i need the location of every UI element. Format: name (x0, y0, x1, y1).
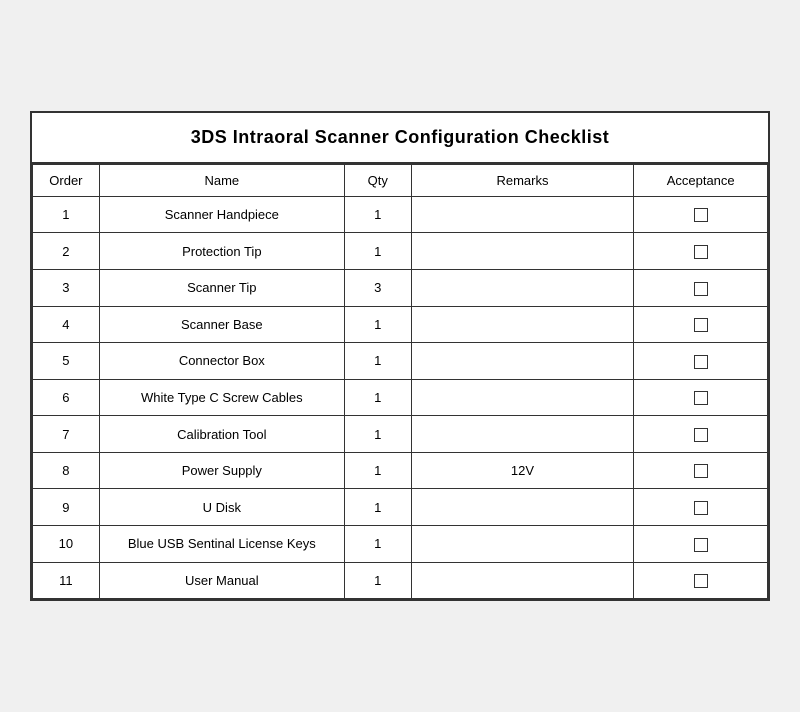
header-qty: Qty (344, 164, 411, 196)
cell-name-7: Calibration Tool (99, 416, 344, 453)
cell-name-11: User Manual (99, 562, 344, 599)
table-row: 9U Disk1 (33, 489, 768, 526)
checklist-table: Order Name Qty Remarks Acceptance 1Scann… (32, 164, 768, 599)
cell-name-1: Scanner Handpiece (99, 196, 344, 233)
header-acceptance: Acceptance (634, 164, 768, 196)
cell-remarks-10 (411, 525, 634, 562)
table-row: 11User Manual1 (33, 562, 768, 599)
cell-qty-5: 1 (344, 343, 411, 380)
cell-remarks-9 (411, 489, 634, 526)
cell-qty-2: 1 (344, 233, 411, 270)
checkbox-3[interactable] (694, 282, 708, 296)
table-row: 6White Type C Screw Cables1 (33, 379, 768, 416)
checkbox-8[interactable] (694, 464, 708, 478)
checklist-title: 3DS Intraoral Scanner Configuration Chec… (32, 113, 768, 164)
cell-acceptance-1[interactable] (634, 196, 768, 233)
cell-qty-10: 1 (344, 525, 411, 562)
cell-remarks-1 (411, 196, 634, 233)
table-row: 7Calibration Tool1 (33, 416, 768, 453)
cell-qty-9: 1 (344, 489, 411, 526)
table-row: 1Scanner Handpiece1 (33, 196, 768, 233)
cell-order-8: 8 (33, 452, 100, 489)
cell-order-7: 7 (33, 416, 100, 453)
checkbox-1[interactable] (694, 208, 708, 222)
cell-remarks-2 (411, 233, 634, 270)
checklist-container: 3DS Intraoral Scanner Configuration Chec… (30, 111, 770, 601)
header-name: Name (99, 164, 344, 196)
cell-qty-8: 1 (344, 452, 411, 489)
cell-qty-7: 1 (344, 416, 411, 453)
cell-remarks-4 (411, 306, 634, 343)
cell-acceptance-4[interactable] (634, 306, 768, 343)
cell-name-2: Protection Tip (99, 233, 344, 270)
checkbox-9[interactable] (694, 501, 708, 515)
table-row: 4Scanner Base1 (33, 306, 768, 343)
cell-remarks-7 (411, 416, 634, 453)
cell-remarks-6 (411, 379, 634, 416)
table-row: 2Protection Tip1 (33, 233, 768, 270)
cell-order-11: 11 (33, 562, 100, 599)
checkbox-6[interactable] (694, 391, 708, 405)
checkbox-10[interactable] (694, 538, 708, 552)
cell-name-5: Connector Box (99, 343, 344, 380)
cell-order-3: 3 (33, 270, 100, 307)
cell-qty-11: 1 (344, 562, 411, 599)
cell-qty-1: 1 (344, 196, 411, 233)
cell-remarks-11 (411, 562, 634, 599)
checkbox-2[interactable] (694, 245, 708, 259)
cell-remarks-8: 12V (411, 452, 634, 489)
cell-name-3: Scanner Tip (99, 270, 344, 307)
table-row: 10Blue USB Sentinal License Keys1 (33, 525, 768, 562)
cell-acceptance-10[interactable] (634, 525, 768, 562)
cell-order-10: 10 (33, 525, 100, 562)
cell-acceptance-2[interactable] (634, 233, 768, 270)
cell-name-8: Power Supply (99, 452, 344, 489)
header-remarks: Remarks (411, 164, 634, 196)
header-order: Order (33, 164, 100, 196)
cell-acceptance-3[interactable] (634, 270, 768, 307)
cell-name-10: Blue USB Sentinal License Keys (99, 525, 344, 562)
cell-acceptance-6[interactable] (634, 379, 768, 416)
cell-acceptance-8[interactable] (634, 452, 768, 489)
checkbox-7[interactable] (694, 428, 708, 442)
table-row: 8Power Supply112V (33, 452, 768, 489)
cell-qty-3: 3 (344, 270, 411, 307)
table-row: 5Connector Box1 (33, 343, 768, 380)
table-body: 1Scanner Handpiece12Protection Tip13Scan… (33, 196, 768, 598)
cell-name-9: U Disk (99, 489, 344, 526)
cell-qty-6: 1 (344, 379, 411, 416)
cell-order-9: 9 (33, 489, 100, 526)
cell-qty-4: 1 (344, 306, 411, 343)
cell-order-4: 4 (33, 306, 100, 343)
table-row: 3Scanner Tip3 (33, 270, 768, 307)
checkbox-5[interactable] (694, 355, 708, 369)
cell-acceptance-9[interactable] (634, 489, 768, 526)
cell-remarks-3 (411, 270, 634, 307)
cell-remarks-5 (411, 343, 634, 380)
cell-order-2: 2 (33, 233, 100, 270)
cell-acceptance-7[interactable] (634, 416, 768, 453)
table-header-row: Order Name Qty Remarks Acceptance (33, 164, 768, 196)
cell-name-4: Scanner Base (99, 306, 344, 343)
cell-acceptance-5[interactable] (634, 343, 768, 380)
checkbox-11[interactable] (694, 574, 708, 588)
cell-acceptance-11[interactable] (634, 562, 768, 599)
cell-order-1: 1 (33, 196, 100, 233)
cell-name-6: White Type C Screw Cables (99, 379, 344, 416)
checkbox-4[interactable] (694, 318, 708, 332)
cell-order-5: 5 (33, 343, 100, 380)
cell-order-6: 6 (33, 379, 100, 416)
